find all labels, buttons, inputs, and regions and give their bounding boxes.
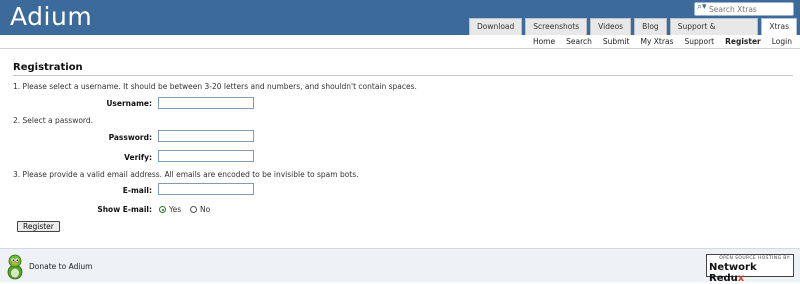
page-title: Registration bbox=[13, 62, 83, 73]
step-username-instructions: 1. Please select a username. It should b… bbox=[13, 82, 417, 91]
radio-unselected-indicator[interactable] bbox=[190, 206, 197, 213]
password-label: Password: bbox=[108, 133, 152, 142]
tab-videos[interactable]: Videos bbox=[590, 18, 632, 35]
subnav-my-xtras[interactable]: My Xtras bbox=[641, 36, 674, 47]
tab-download[interactable]: Download bbox=[469, 18, 523, 35]
email-input[interactable] bbox=[158, 183, 254, 195]
tab-xtras[interactable]: Xtras bbox=[761, 18, 797, 35]
title-divider bbox=[13, 75, 793, 76]
adium-logo[interactable]: Adium bbox=[10, 2, 92, 32]
hosting-caption: OPEN SOURCE HOSTING BY: bbox=[719, 256, 791, 261]
site-header: Adium ⌕▾ Download Screenshots Videos Blo… bbox=[0, 0, 800, 47]
email-label: E-mail: bbox=[122, 186, 152, 195]
subnav-support[interactable]: Support bbox=[684, 36, 714, 47]
register-button[interactable]: Register bbox=[17, 221, 60, 232]
sub-navigation: Home Search Submit My Xtras Support Regi… bbox=[0, 35, 800, 49]
password-input[interactable] bbox=[158, 130, 254, 142]
step-password-instructions: 2. Select a password. bbox=[13, 116, 94, 125]
username-label: Username: bbox=[106, 99, 152, 108]
main-tabs: Download Screenshots Videos Blog Support… bbox=[469, 18, 800, 47]
no-label: No bbox=[200, 205, 211, 214]
subnav-home[interactable]: Home bbox=[533, 36, 555, 47]
show-email-yes-radio[interactable]: Yes bbox=[159, 205, 181, 214]
site-footer: Donate to Adium OPEN SOURCE HOSTING BY: … bbox=[0, 248, 800, 284]
verify-label: Verify: bbox=[124, 153, 152, 162]
search-input[interactable] bbox=[709, 3, 791, 15]
subnav-login[interactable]: Login bbox=[772, 36, 792, 47]
subnav-search[interactable]: Search bbox=[566, 36, 592, 47]
search-icon[interactable]: ⌕▾ bbox=[697, 2, 707, 12]
username-input[interactable] bbox=[158, 97, 254, 109]
show-email-no-radio[interactable]: No bbox=[190, 205, 210, 214]
subnav-register[interactable]: Register bbox=[725, 36, 761, 47]
radio-selected-indicator[interactable] bbox=[159, 206, 166, 213]
tab-blog[interactable]: Blog bbox=[634, 18, 667, 35]
adium-duck-mascot-icon[interactable] bbox=[5, 252, 25, 280]
subnav-submit[interactable]: Submit bbox=[603, 36, 630, 47]
verify-password-input[interactable] bbox=[158, 150, 254, 162]
yes-label: Yes bbox=[169, 205, 182, 214]
step-email-instructions: 3. Please provide a valid email address.… bbox=[13, 170, 359, 179]
donate-link[interactable]: Donate to Adium bbox=[29, 262, 92, 271]
tab-screenshots[interactable]: Screenshots bbox=[525, 18, 588, 35]
show-email-label: Show E-mail: bbox=[97, 205, 152, 214]
tab-support-development[interactable]: Support & Development bbox=[669, 18, 759, 47]
search-box[interactable]: ⌕▾ bbox=[694, 2, 794, 16]
network-redux-badge[interactable]: OPEN SOURCE HOSTING BY: Network Redux bbox=[706, 254, 794, 284]
